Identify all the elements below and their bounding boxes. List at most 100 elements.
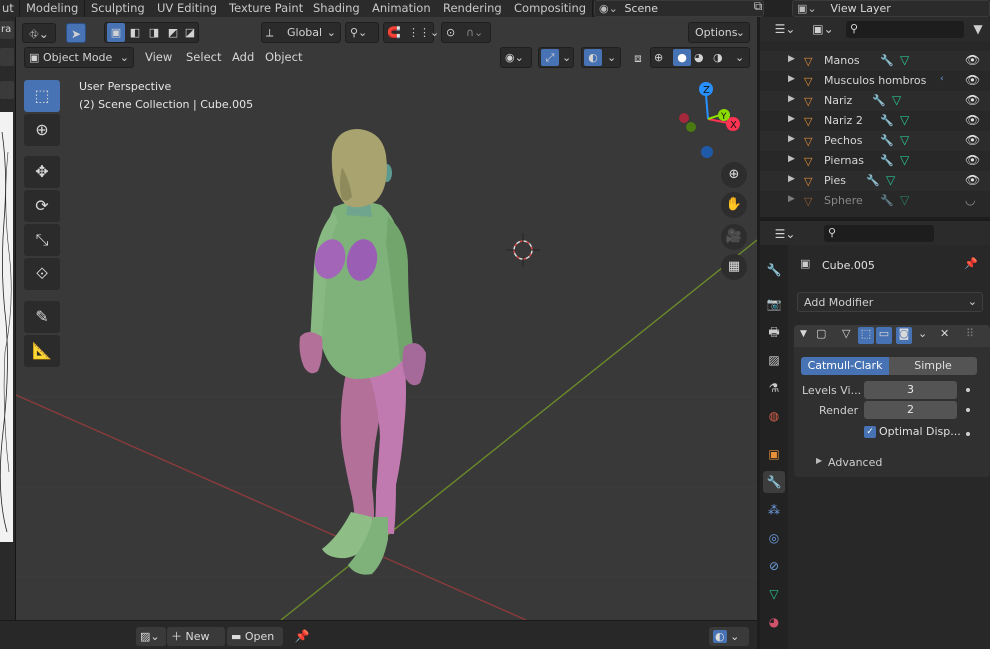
expand-arrow-icon[interactable]: ▶ [788,114,795,124]
image-browse-dropdown[interactable]: ▨⌄ [136,627,166,646]
expand-arrow-icon[interactable]: ▶ [788,194,795,204]
workspace-tab-animation[interactable]: Animation [366,0,438,17]
proportional-editing-icon[interactable]: ⊙ [446,23,455,42]
outliner-row[interactable]: ▶ ▽ Nariz 🔧 ▽ 👁 [760,91,990,111]
outliner-row[interactable]: ▶ ▽ Piernas 🔧 ▽ 👁 [760,151,990,171]
material-shading-icon[interactable]: ◕ [694,48,704,67]
menu-add[interactable]: Add [227,47,259,68]
snap-toggle-icon[interactable]: 🧲 [387,23,401,42]
expand-arrow-icon[interactable]: ▶ [788,134,795,144]
properties-editor-type-icon[interactable]: ☰⌄ [770,224,800,244]
properties-search-input[interactable]: ⚲ [824,225,934,242]
outliner-search-input[interactable]: ⚲ [846,21,964,38]
scene-tab-icon[interactable]: ⚗ [763,377,785,399]
editor-type-dropdown[interactable]: ⛗⌄ [22,23,56,43]
data-tab-icon[interactable]: ▽ [763,583,785,605]
left-partial-button[interactable] [0,48,14,66]
workspace-tab-uv-editing[interactable]: UV Editing [151,0,224,17]
optimal-display-checkbox[interactable]: ✓ [864,426,876,438]
pin-icon[interactable]: 📌 [292,626,312,646]
outliner-row[interactable]: ▶ ▽ Manos 🔧 ▽ 👁 [760,51,990,71]
workspace-tab-compositing[interactable]: Compositing [508,0,594,17]
navigation-gizmo[interactable]: Z X Y [679,82,740,158]
view-layer-selector[interactable]: ▣⌄ View Layer [792,0,990,17]
outliner-row[interactable]: ▶ ▽ Sphere 🔧 ▽ ◡ [760,191,990,211]
render-toggle-icon[interactable]: ◙ [896,327,912,344]
zoom-icon[interactable]: ⊕ [721,162,747,188]
pivot-point-dropdown[interactable]: ⚲⌄ [345,22,379,43]
expand-arrow-icon[interactable]: ▶ [788,94,795,104]
modifier-wrench-icon[interactable]: 🔧 [880,194,894,207]
visibility-eye-icon[interactable]: 👁 [965,73,980,87]
menu-view[interactable]: View [140,47,177,68]
chevron-down-icon[interactable]: ⌄ [607,48,616,67]
collapse-arrow-icon[interactable]: ▼ [800,329,807,339]
visibility-eye-icon[interactable]: 👁 [965,133,980,147]
mesh-data-icon[interactable]: ▽ [900,53,909,67]
gizmo-neg-x-ball[interactable] [679,113,689,123]
move-tool[interactable]: ✥ [24,156,60,188]
modifier-wrench-icon[interactable]: ‹ [940,74,944,84]
left-partial-field[interactable]: ra [0,21,14,39]
close-icon[interactable]: ✕ [940,327,949,340]
gizmo-neg-y-ball[interactable] [686,122,696,132]
physics-tab-icon[interactable]: ◎ [763,527,785,549]
tool-tab-icon[interactable]: 🔧 [763,259,785,281]
character-model[interactable] [299,129,427,575]
outliner-editor-type-icon[interactable]: ☰⌄ [770,19,800,39]
output-tab-icon[interactable]: 🖶 [763,321,785,343]
mesh-data-icon[interactable]: ▽ [900,153,909,167]
transform-tool[interactable]: ⟐ [24,258,60,290]
chevron-down-icon[interactable]: ⌄ [562,48,571,67]
select-subtract-icon[interactable]: ◨ [145,23,163,42]
view-layer-tab-icon[interactable]: ▨ [763,349,785,371]
new-scene-icon[interactable]: ⧉ [748,0,768,15]
keyframe-dot-icon[interactable] [966,408,970,412]
world-tab-icon[interactable]: ◍ [763,405,785,427]
left-partial-button-2[interactable] [0,81,14,99]
expand-arrow-icon[interactable]: ▶ [788,174,795,184]
falloff-icon[interactable]: ∩⌄ [466,23,483,42]
workspace-tab-texture-paint[interactable]: Texture Paint [223,0,311,17]
workspace-tab-rendering[interactable]: Rendering [437,0,509,17]
workspace-tab-partial[interactable]: ut [0,0,20,17]
mesh-data-icon[interactable]: ▽ [900,113,909,127]
modifier-wrench-icon[interactable]: 🔧 [880,54,894,67]
transform-orientation-dropdown[interactable]: ⟂ Global ⌄ [261,22,341,43]
modifier-tab-icon[interactable]: 🔧 [763,471,785,493]
perspective-toggle-icon[interactable]: ▦ [721,254,747,280]
outliner-row[interactable]: ▶ ▽ Pechos 🔧 ▽ 👁 [760,131,990,151]
xray-toggle-icon[interactable]: ⧈ [628,48,648,68]
workspace-tab-shading[interactable]: Shading [307,0,367,17]
visibility-dropdown[interactable]: ◉⌄ [500,47,532,68]
expand-arrow-icon[interactable]: ▶ [788,74,795,84]
scene-selector[interactable]: ◉⌄ Scene [594,0,764,17]
options-dropdown[interactable]: Options ⌄ [688,22,750,43]
cage-toggle-icon[interactable]: ⬚ [858,327,874,344]
visibility-eye-icon[interactable]: 👁 [965,173,980,187]
menu-select[interactable]: Select [181,47,226,68]
overlay-dropdown[interactable]: ◐ ⌄ [709,627,749,646]
mesh-data-icon[interactable]: ▽ [900,193,909,207]
scale-tool[interactable]: ⤡ [24,224,60,256]
advanced-subpanel-label[interactable]: Advanced [828,456,882,469]
visibility-eye-icon[interactable]: 👁 [965,153,980,167]
select-tool-icon[interactable]: ➤ [66,23,86,43]
outliner-row[interactable]: ▶ ▽ Pies 🔧 ▽ 👁 [760,171,990,191]
gizmo-toggle-icon[interactable]: ⤢ [541,49,559,66]
modifier-wrench-icon[interactable]: 🔧 [866,174,880,187]
expand-arrow-icon[interactable]: ▶ [788,54,795,64]
keyframe-dot-icon[interactable] [966,388,970,392]
select-extend-icon[interactable]: ◧ [126,23,144,42]
camera-view-icon[interactable]: 🎥 [721,224,747,250]
keyframe-dot-icon[interactable] [966,432,970,436]
select-box-tool[interactable]: ⬚ [24,80,60,112]
simple-button[interactable]: Simple [889,357,977,375]
chevron-down-icon[interactable]: ⌄ [918,327,927,340]
interaction-mode-dropdown[interactable]: ▣ Object Mode ⌄ [24,47,134,68]
snap-target-icon[interactable]: ⋮⋮⌄ [408,23,439,42]
modifier-wrench-icon[interactable]: 🔧 [880,134,894,147]
workspace-tab-modeling[interactable]: Modeling [20,0,86,17]
levels-viewport-field[interactable]: 3 [864,381,957,399]
constraints-tab-icon[interactable]: ⊘ [763,555,785,577]
